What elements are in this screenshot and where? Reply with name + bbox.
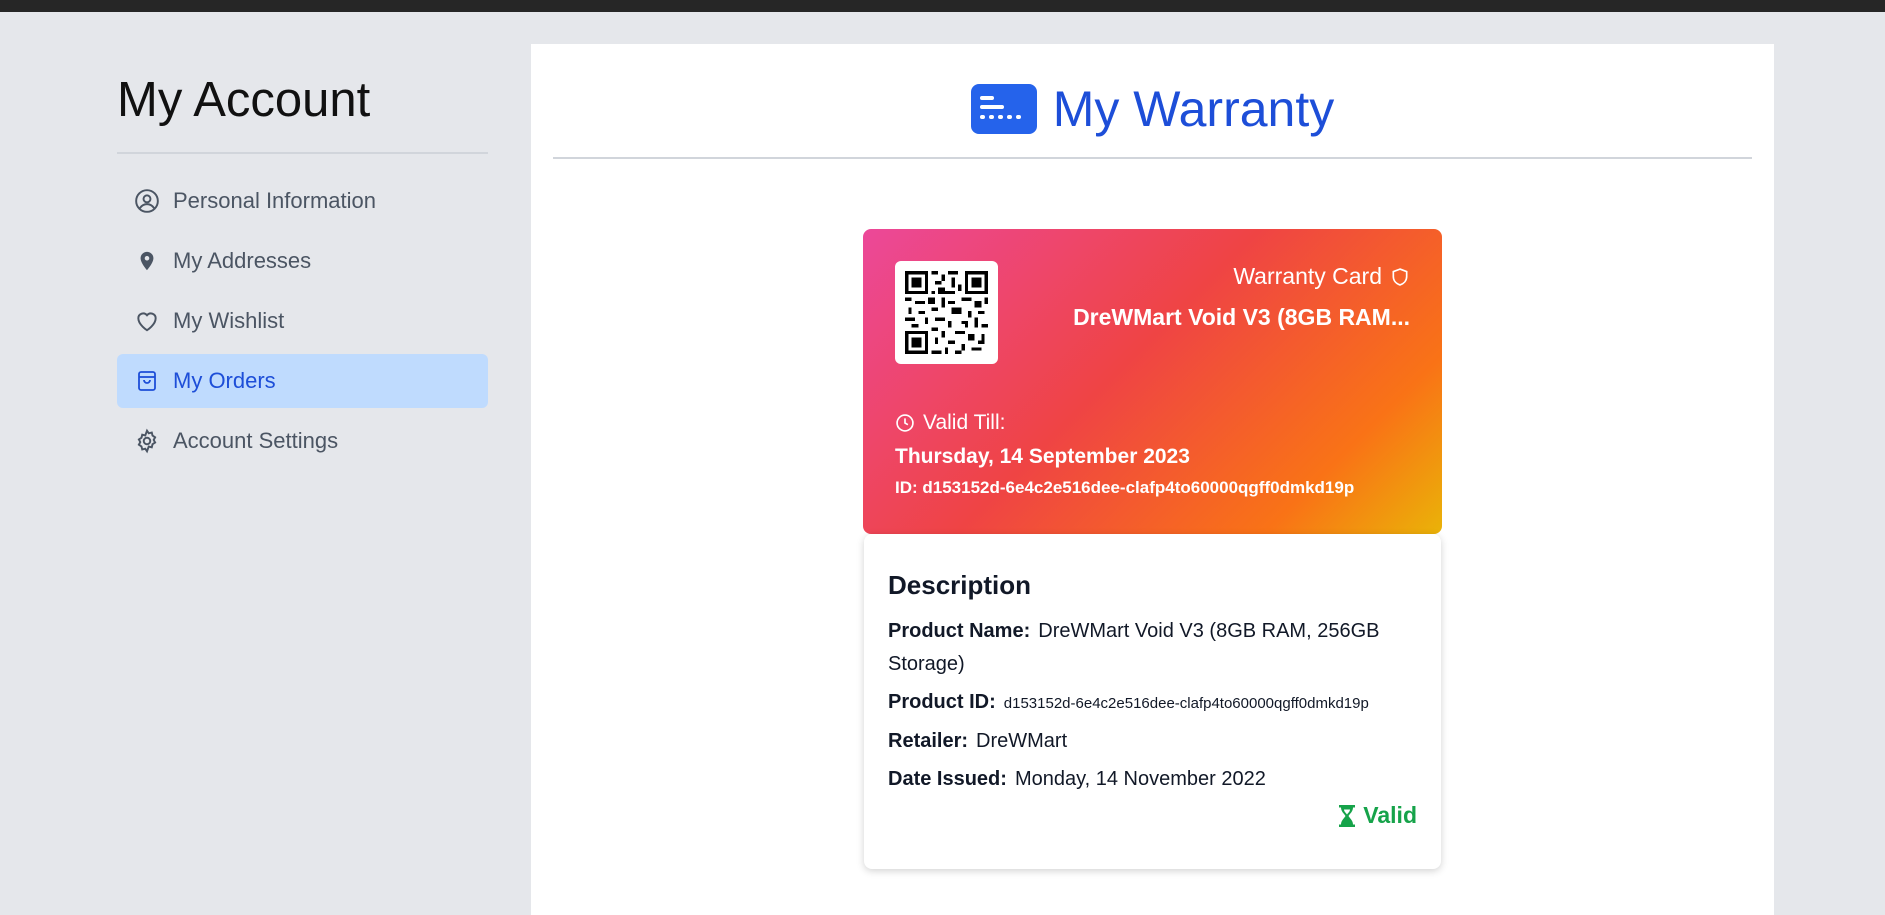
clock-icon (895, 413, 915, 433)
date-issued-label: Date Issued: (888, 768, 1007, 790)
card-type: Warranty Card (1040, 263, 1410, 290)
page-title: My Warranty (1052, 81, 1335, 137)
browser-top-bar (0, 0, 1885, 12)
account-sidebar: My Account Personal Information My Addre… (117, 68, 488, 474)
product-id-row: Product ID: d153152d-6e4c2e516dee-clafp4t… (888, 686, 1417, 720)
description-box: Description Product Name: DreWMart Void V… (864, 534, 1441, 869)
product-name-label: Product Name: (888, 620, 1031, 642)
sidebar-divider (117, 152, 488, 154)
status-text: Valid (1363, 802, 1417, 828)
product-id-label: Product ID: (888, 691, 996, 713)
sidebar-item-my-wishlist[interactable]: My Wishlist (117, 294, 488, 348)
hourglass-icon (1337, 804, 1357, 828)
retailer-label: Retailer: (888, 730, 969, 752)
card-type-label: Warranty Card (1233, 263, 1382, 289)
gear-icon (133, 427, 161, 455)
sidebar-item-label: My Orders (173, 368, 276, 393)
valid-till-label: Valid Till: (895, 411, 1005, 435)
sidebar-item-my-orders[interactable]: My Orders (117, 354, 488, 408)
sidebar-item-label: Account Settings (173, 428, 339, 453)
heart-icon (133, 307, 161, 335)
retailer-value: DreWMart (976, 730, 1068, 752)
product-name-row: Product Name: DreWMart Void V3 (8GB RAM, … (888, 615, 1417, 681)
card-product-name: DreWMart Void V3 (8GB RAM... (1073, 304, 1410, 330)
valid-till-text: Valid Till: (923, 411, 1006, 434)
map-pin-icon (133, 247, 161, 275)
valid-till-date: Thursday, 14 September 2023 (895, 445, 1190, 468)
description-heading: Description (888, 570, 1032, 600)
warranty-card-icon (970, 84, 1037, 134)
page-header: My Warranty (531, 80, 1774, 138)
sidebar-item-my-addresses[interactable]: My Addresses (117, 234, 488, 288)
date-issued-row: Date Issued: Monday, 14 November 2022 (888, 763, 1417, 796)
retailer-row: Retailer: DreWMart (888, 725, 1417, 758)
warranty-card: Warranty Card DreWMart Void V3 (8GB RAM.… (863, 229, 1442, 534)
shield-icon (1390, 266, 1410, 288)
sidebar-item-account-settings[interactable]: Account Settings (117, 414, 488, 468)
sidebar-item-label: My Addresses (173, 248, 312, 273)
sidebar-item-label: My Wishlist (173, 308, 285, 333)
sidebar-item-label: Personal Information (173, 188, 376, 213)
date-issued-value: Monday, 14 November 2022 (1014, 768, 1266, 790)
card-header-info: Warranty Card DreWMart Void V3 (8GB RAM.… (1040, 263, 1410, 331)
qr-code (895, 261, 998, 364)
sidebar-title: My Account (117, 73, 371, 127)
product-id-value: d153152d-6e4c2e516dee-clafp4to60000qgff0… (1003, 695, 1369, 712)
warranty-panel: My Warranty Warranty Card DreWMart Void … (531, 44, 1774, 915)
user-circle-icon (133, 187, 161, 215)
status-badge: Valid (1337, 802, 1417, 829)
shopping-bag-icon (133, 367, 161, 395)
header-divider (553, 157, 1752, 159)
sidebar-item-personal-information[interactable]: Personal Information (117, 174, 488, 228)
card-id: ID: d153152d-6e4c2e516dee-clafp4to60000q… (895, 478, 1355, 497)
